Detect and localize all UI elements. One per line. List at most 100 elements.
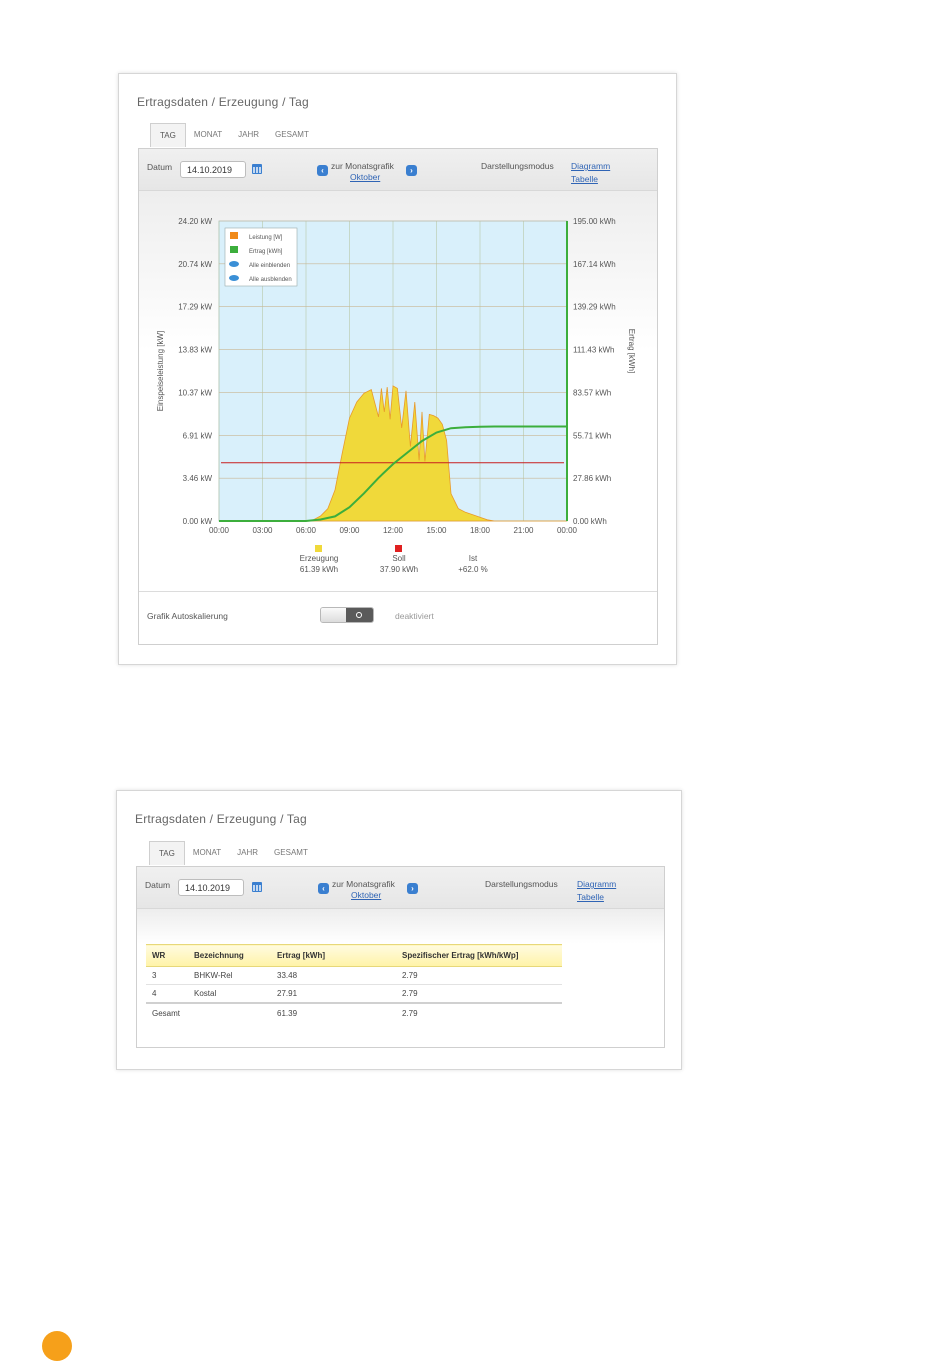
- mode-diagram-link[interactable]: Diagramm: [577, 879, 616, 889]
- period-tabs: TAG MONAT JAHR GESAMT: [149, 841, 316, 865]
- summary-label: Ist: [469, 554, 478, 563]
- page-marker-dot: [42, 1331, 72, 1361]
- summary-label: Soll: [392, 554, 406, 563]
- month-nav-label: zur Monatsgrafik: [332, 879, 395, 889]
- cell-ertrag: 33.48: [271, 966, 396, 985]
- y-tick-label: 3.46 kW: [183, 474, 213, 483]
- y2-tick-label: 83.57 kWh: [573, 388, 611, 397]
- x-tick-label: 00:00: [557, 526, 578, 535]
- legend-label: Alle ausblenden: [249, 277, 292, 283]
- date-label: Datum: [145, 880, 171, 890]
- x-tick-label: 15:00: [426, 526, 447, 535]
- mode-table-link[interactable]: Tabelle: [571, 174, 598, 184]
- col-header-ertrag: Ertrag [kWh]: [271, 944, 396, 967]
- cell-total-spezifisch: 2.79: [396, 1001, 562, 1023]
- panel-title: Ertragsdaten / Erzeugung / Tag: [135, 812, 307, 826]
- y-tick-label: 20.74 kW: [178, 260, 212, 269]
- legend-label: Alle einblenden: [249, 263, 290, 269]
- eye-icon: [229, 261, 239, 267]
- y-tick-label: 0.00 kW: [183, 517, 213, 526]
- autoscale-label: Grafik Autoskalierung: [147, 611, 228, 621]
- toolbar: Datum ‹ zur Monatsgrafik › Oktober Darst…: [139, 149, 657, 191]
- col-header-spezifisch: Spezifischer Ertrag [kWh/kWp]: [396, 944, 562, 967]
- tab-jahr[interactable]: JAHR: [229, 841, 266, 865]
- legend-swatch-leistung: [230, 232, 238, 239]
- y2-tick-label: 111.43 kWh: [573, 346, 615, 355]
- cell-name: BHKW-Rel: [188, 966, 271, 985]
- x-tick-label: 12:00: [383, 526, 404, 535]
- next-arrow-icon[interactable]: ›: [406, 165, 417, 176]
- eye-hide-icon: [229, 275, 239, 281]
- y2-tick-label: 55.71 kWh: [573, 431, 611, 440]
- y2-tick-label: 139.29 kWh: [573, 303, 616, 312]
- month-link[interactable]: Oktober: [351, 890, 381, 900]
- toolbar: Datum ‹ zur Monatsgrafik › Oktober Darst…: [137, 867, 664, 909]
- cell-spezifisch: 2.79: [396, 984, 562, 1003]
- y-tick-label: 6.91 kW: [183, 431, 213, 440]
- tab-monat[interactable]: MONAT: [186, 123, 230, 147]
- mode-diagram-link[interactable]: Diagramm: [571, 161, 610, 171]
- y-tick-label: 13.83 kW: [178, 346, 212, 355]
- power-icon: [356, 612, 362, 618]
- prev-arrow-icon[interactable]: ‹: [318, 883, 329, 894]
- table-row: 4 Kostal 27.91 2.79: [146, 984, 562, 1003]
- y2-axis-title: Ertrag [kWh]: [627, 329, 636, 373]
- date-input[interactable]: [178, 879, 244, 896]
- cell-wr: 3: [146, 966, 188, 985]
- y2-tick-label: 167.14 kWh: [573, 260, 616, 269]
- date-input[interactable]: [180, 161, 246, 178]
- tab-tag[interactable]: TAG: [150, 123, 186, 147]
- summary-value: 37.90 kWh: [380, 565, 418, 574]
- cell-total-label: Gesamt: [146, 1001, 271, 1023]
- table-area: WR Bezeichnung Ertrag [kWh] Spezifischer…: [137, 909, 664, 1047]
- content-box: Datum ‹ zur Monatsgrafik › Oktober Darst…: [138, 148, 658, 645]
- content-box: Datum ‹ zur Monatsgrafik › Oktober Darst…: [136, 866, 665, 1048]
- summary-swatch: [395, 545, 402, 552]
- month-nav-label: zur Monatsgrafik: [331, 161, 394, 171]
- x-tick-label: 03:00: [252, 526, 273, 535]
- cell-name: Kostal: [188, 984, 271, 1003]
- toggle-on-side: [346, 608, 373, 622]
- autoscale-state: deaktiviert: [395, 611, 434, 621]
- prev-arrow-icon[interactable]: ‹: [317, 165, 328, 176]
- tab-jahr[interactable]: JAHR: [230, 123, 267, 147]
- col-header-wr: WR: [146, 944, 188, 967]
- col-header-bezeichnung: Bezeichnung: [188, 944, 271, 967]
- y-tick-label: 17.29 kW: [178, 303, 212, 312]
- calendar-icon[interactable]: [252, 882, 262, 892]
- table-total-row: Gesamt 61.39 2.79: [146, 1001, 562, 1023]
- mode-table-link[interactable]: Tabelle: [577, 892, 604, 902]
- tab-gesamt[interactable]: GESAMT: [266, 841, 316, 865]
- summary-swatch: [315, 545, 322, 552]
- legend-swatch-ertrag: [230, 246, 238, 253]
- yield-table: WR Bezeichnung Ertrag [kWh] Spezifischer…: [146, 944, 562, 1023]
- cell-total-ertrag: 61.39: [271, 1001, 396, 1023]
- x-tick-label: 21:00: [513, 526, 534, 535]
- table-row: 3 BHKW-Rel 33.48 2.79: [146, 966, 562, 985]
- y2-tick-label: 27.86 kWh: [573, 474, 611, 483]
- tab-gesamt[interactable]: GESAMT: [267, 123, 317, 147]
- tab-tag[interactable]: TAG: [149, 841, 185, 865]
- display-mode-label: Darstellungsmodus: [481, 161, 554, 171]
- toggle-off-side: [321, 608, 348, 622]
- period-tabs: TAG MONAT JAHR GESAMT: [150, 123, 317, 147]
- date-label: Datum: [147, 162, 173, 172]
- table-header-row: WR Bezeichnung Ertrag [kWh] Spezifischer…: [146, 944, 562, 967]
- cell-spezifisch: 2.79: [396, 966, 562, 985]
- next-arrow-icon[interactable]: ›: [407, 883, 418, 894]
- cell-wr: 4: [146, 984, 188, 1003]
- y-tick-label: 10.37 kW: [178, 388, 212, 397]
- yield-panel-diagram: Ertragsdaten / Erzeugung / Tag TAG MONAT…: [118, 73, 677, 665]
- month-link[interactable]: Oktober: [350, 172, 380, 182]
- display-mode-label: Darstellungsmodus: [485, 879, 558, 889]
- x-tick-label: 06:00: [296, 526, 317, 535]
- calendar-icon[interactable]: [252, 164, 262, 174]
- summary-label: Erzeugung: [300, 554, 339, 563]
- x-tick-label: 00:00: [209, 526, 230, 535]
- yield-chart: 00:00 03:00 06:00 09:00 12:00 15:00 18:00 21:00…: [156, 217, 636, 574]
- y-axis-title: Einspeiseleistung [kW]: [156, 331, 165, 411]
- tab-monat[interactable]: MONAT: [185, 841, 229, 865]
- yield-panel-table: Ertragsdaten / Erzeugung / Tag TAG MONAT…: [116, 790, 682, 1070]
- autoscale-toggle[interactable]: [320, 607, 374, 623]
- chart-area: 00:00 03:00 06:00 09:00 12:00 15:00 18:00 21:00…: [139, 191, 657, 591]
